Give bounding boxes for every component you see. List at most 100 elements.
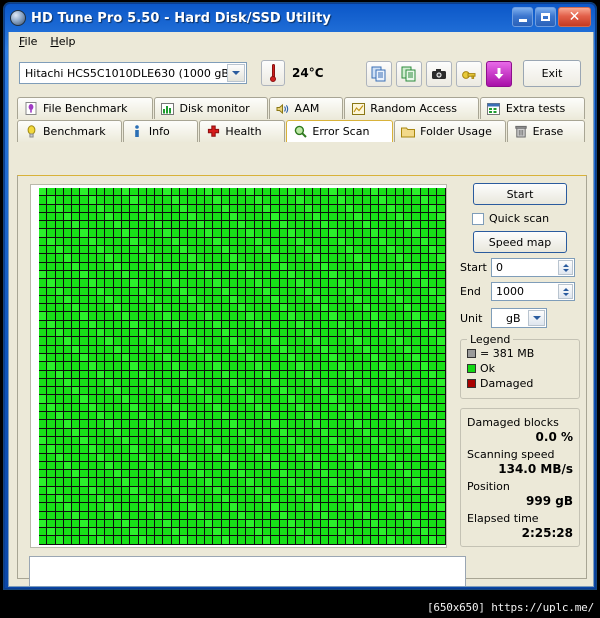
scan-block bbox=[155, 428, 164, 437]
start-button[interactable]: Start bbox=[473, 183, 567, 205]
scan-block bbox=[130, 353, 139, 363]
camera-icon[interactable] bbox=[426, 61, 452, 87]
scan-block bbox=[105, 445, 114, 454]
scan-block bbox=[254, 204, 264, 213]
minimize-button[interactable] bbox=[512, 7, 533, 27]
scan-block bbox=[121, 461, 131, 471]
scan-block bbox=[238, 387, 247, 396]
scan-block bbox=[312, 229, 322, 238]
tab-folder-usage[interactable]: Folder Usage bbox=[394, 120, 506, 142]
scan-block bbox=[296, 353, 305, 363]
status-log[interactable] bbox=[29, 556, 466, 586]
scan-block bbox=[39, 196, 48, 205]
stat-value: 2:25:28 bbox=[521, 526, 573, 540]
scan-block bbox=[47, 519, 56, 529]
scan-block bbox=[395, 262, 405, 271]
scan-block bbox=[304, 221, 313, 230]
exit-button[interactable]: Exit bbox=[523, 60, 581, 87]
scan-block bbox=[420, 486, 429, 495]
scan-block bbox=[188, 486, 197, 495]
scan-block bbox=[229, 362, 239, 371]
copy-icon[interactable] bbox=[366, 61, 392, 87]
end-stepper[interactable] bbox=[558, 284, 573, 299]
scan-block bbox=[97, 204, 106, 213]
tab-file-benchmark[interactable]: File Benchmark bbox=[17, 97, 153, 119]
tab-random-access[interactable]: Random Access bbox=[344, 97, 479, 119]
scan-block bbox=[196, 420, 205, 429]
tab-extra-tests[interactable]: Extra tests bbox=[479, 97, 585, 119]
scan-block bbox=[387, 295, 396, 305]
scan-block bbox=[254, 270, 264, 280]
chevron-down-icon[interactable] bbox=[528, 310, 545, 326]
scan-block bbox=[387, 428, 396, 437]
scan-block bbox=[221, 536, 230, 545]
scan-block bbox=[188, 503, 197, 512]
scan-block bbox=[354, 279, 363, 288]
scan-block bbox=[221, 304, 230, 313]
scan-block bbox=[321, 511, 330, 520]
menu-item-help[interactable]: Help bbox=[45, 33, 83, 50]
scan-block bbox=[238, 221, 247, 230]
maximize-button[interactable] bbox=[535, 7, 556, 27]
scan-block bbox=[97, 436, 106, 446]
scan-block bbox=[246, 287, 255, 296]
scan-block bbox=[97, 304, 106, 313]
legend-group: Legend = 381 MB Ok Damaged bbox=[460, 333, 580, 399]
device-select[interactable]: Hitachi HCS5C1010DLE630 (1000 gB) bbox=[19, 62, 247, 84]
scan-map[interactable] bbox=[30, 184, 447, 548]
scan-block bbox=[171, 536, 181, 545]
stat-label: Scanning speed bbox=[467, 448, 555, 461]
scan-block bbox=[362, 270, 371, 280]
tab-benchmark[interactable]: Benchmark bbox=[17, 120, 122, 142]
scan-block bbox=[321, 304, 330, 313]
scan-block bbox=[171, 486, 181, 495]
scan-block bbox=[287, 270, 297, 280]
scan-block bbox=[246, 470, 255, 479]
unit-select[interactable]: gB bbox=[491, 308, 547, 328]
scan-block bbox=[130, 204, 139, 213]
scan-block bbox=[362, 403, 371, 413]
tab-health[interactable]: Health bbox=[199, 120, 286, 142]
scan-block bbox=[420, 254, 429, 263]
scan-block bbox=[395, 528, 405, 537]
copy-excel-icon[interactable] bbox=[396, 61, 422, 87]
chevron-down-icon[interactable] bbox=[227, 64, 245, 82]
scan-block bbox=[254, 370, 264, 379]
scan-block bbox=[138, 470, 147, 479]
scan-block bbox=[55, 320, 64, 330]
scan-block bbox=[254, 279, 264, 288]
tab-error-scan[interactable]: Error Scan bbox=[286, 120, 394, 142]
download-icon[interactable] bbox=[486, 61, 512, 87]
tab-disk-monitor[interactable]: Disk monitor bbox=[153, 97, 268, 119]
close-button[interactable]: ✕ bbox=[558, 7, 591, 27]
scan-block bbox=[428, 461, 438, 471]
tab-erase[interactable]: Erase bbox=[506, 120, 586, 142]
scan-block bbox=[312, 528, 322, 537]
key-icon[interactable] bbox=[456, 61, 482, 87]
scan-block bbox=[55, 329, 64, 338]
scan-block bbox=[337, 395, 346, 404]
scan-block bbox=[329, 353, 338, 363]
start-stepper[interactable] bbox=[558, 260, 573, 275]
scan-block bbox=[354, 287, 363, 296]
checkbox-icon[interactable] bbox=[472, 212, 484, 225]
menu-item-file[interactable]: File bbox=[14, 33, 45, 50]
scan-block bbox=[171, 461, 181, 471]
scan-block bbox=[97, 221, 106, 230]
scan-block bbox=[39, 412, 48, 421]
scan-block bbox=[312, 246, 322, 255]
scan-block bbox=[113, 519, 122, 529]
scan-block bbox=[88, 229, 98, 238]
tab-aam[interactable]: AAM bbox=[268, 97, 344, 119]
scan-block bbox=[97, 370, 106, 379]
quick-scan-checkbox[interactable]: Quick scan bbox=[472, 212, 582, 225]
scan-block bbox=[188, 353, 197, 363]
tab-info[interactable]: Info bbox=[122, 120, 199, 142]
speed-map-button[interactable]: Speed map bbox=[473, 231, 567, 253]
end-input[interactable]: 1000 bbox=[491, 282, 575, 301]
scan-block bbox=[404, 246, 413, 255]
scan-block bbox=[362, 312, 371, 321]
start-input[interactable]: 0 bbox=[491, 258, 575, 277]
scan-block bbox=[146, 353, 156, 363]
scan-block bbox=[155, 478, 164, 487]
